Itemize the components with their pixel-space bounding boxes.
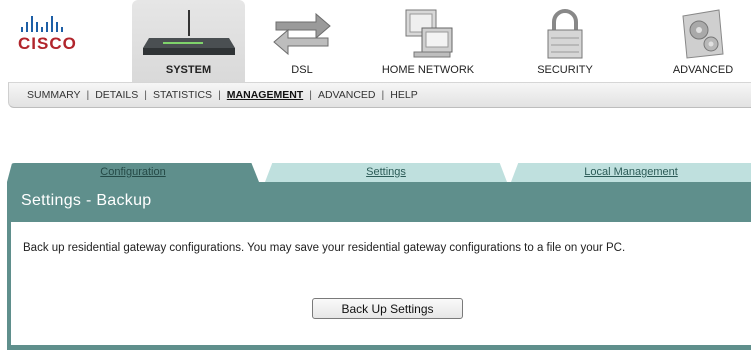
tab-settings[interactable]: Settings: [265, 163, 507, 182]
cisco-bars-icon: [21, 14, 108, 32]
nav-dsl-label: DSL: [291, 64, 313, 76]
subnav-summary[interactable]: SUMMARY: [21, 89, 86, 101]
nav-system[interactable]: SYSTEM: [132, 0, 245, 82]
gears-icon: [682, 9, 724, 59]
exchange-arrows-icon: [273, 12, 331, 56]
nav-home-network[interactable]: HOME NETWORK: [364, 0, 492, 82]
padlock-icon: [547, 9, 583, 59]
subnav-details[interactable]: DETAILS: [89, 89, 144, 101]
page-title: Settings - Backup: [21, 192, 152, 209]
nav-advanced-label: ADVANCED: [672, 64, 734, 76]
cisco-logo-text: CISCO: [18, 34, 77, 53]
nav-system-label: SYSTEM: [165, 64, 212, 76]
router-icon: [142, 10, 235, 55]
nav-advanced[interactable]: ADVANCED: [659, 0, 747, 82]
subnav-help[interactable]: HELP: [384, 89, 423, 101]
tab-configuration[interactable]: Configuration: [7, 163, 259, 182]
subnav-management[interactable]: MANAGEMENT: [221, 89, 309, 101]
nav-dsl[interactable]: DSL: [255, 0, 349, 82]
nav-security[interactable]: SECURITY: [521, 0, 609, 82]
cisco-logo[interactable]: CISCO: [18, 14, 108, 64]
back-up-settings-button[interactable]: Back Up Settings: [312, 298, 463, 319]
panel-header: Settings - Backup: [7, 182, 751, 222]
nav-home-network-label: HOME NETWORK: [381, 64, 475, 76]
panel-body: Back up residential gateway configuratio…: [7, 222, 751, 350]
subnav-advanced[interactable]: ADVANCED: [312, 89, 382, 101]
section-tabs: Configuration Settings Local Management: [7, 163, 751, 182]
tab-local-management[interactable]: Local Management: [511, 163, 751, 182]
subnav-statistics[interactable]: STATISTICS: [147, 89, 218, 101]
nav-security-label: SECURITY: [537, 64, 593, 76]
sub-navigation: SUMMARY | DETAILS | STATISTICS | MANAGEM…: [8, 82, 751, 108]
top-header: CISCO SYSTEM DSL HOME NETWORK SECURITY A…: [0, 0, 751, 82]
computers-icon: [405, 9, 453, 58]
backup-description: Back up residential gateway configuratio…: [23, 242, 626, 254]
